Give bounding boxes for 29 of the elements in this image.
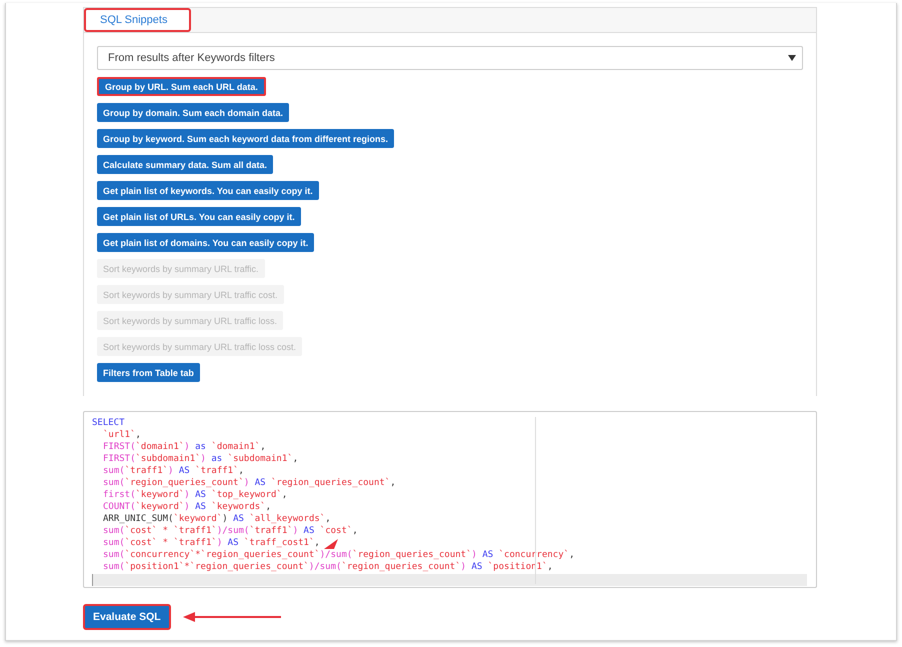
snippet-button[interactable]: Get plain list of URLs. You can easily copy it. (97, 207, 301, 226)
code-line: first(`keyword`) AS `top_keyword`, (102, 489, 288, 501)
code-line: sum(`position1`*`region_queries_count`)/sum(`region_queries_count`) AS `position1`, (102, 561, 553, 573)
snippet-button[interactable]: Group by domain. Sum each domain data. (97, 103, 290, 122)
caret-icon (788, 55, 796, 61)
snippet-button[interactable]: Filters from Table tab (97, 363, 200, 382)
source-dropdown[interactable]: From results after Keywords filters (97, 46, 803, 70)
code-line: sum(`traff1`) AS `traff1`, (102, 465, 244, 477)
code-line: COUNT(`keyword`) AS `keywords`, (102, 501, 272, 513)
code-line: FIRST(`subdomain1`) as `subdomain1`, (102, 453, 298, 465)
code-line: sum(`concurrency`*`region_queries_count`)/sum(`region_queries_count`) AS `concurrency`, (102, 549, 574, 561)
arrow-icon (324, 539, 338, 549)
code-line: ARR_UNIC_SUM(`keyword`) AS `all_keywords`, (102, 513, 331, 525)
code-line: sum(`cost` * `traff1`)/sum(`traff1`) AS `cost`, (102, 525, 358, 537)
arrow-icon (182, 612, 281, 622)
code-line: `url1`, (102, 429, 141, 441)
snippet-button[interactable]: Calculate summary data. Sum all data. (97, 155, 274, 174)
sql-editor[interactable] (83, 411, 817, 588)
scrollbar[interactable] (92, 574, 807, 586)
snippet-button[interactable]: Group by URL. Sum each URL data. (97, 77, 266, 96)
snippet-button[interactable]: Get plain list of keywords. You can easily copy it. (97, 181, 319, 200)
snippet-button[interactable]: Get plain list of domains. You can easily copy it. (97, 233, 314, 252)
snippet-button[interactable]: Group by keyword. Sum each keyword data from different regions. (97, 129, 394, 148)
code-line: sum(`cost` * `traff1`) AS `traff_cost1`, (102, 537, 320, 549)
code-line: sum(`region_queries_count`) AS `region_queries_count`, (102, 477, 396, 489)
code-line: FIRST(`domain1`) as `domain1`, (102, 441, 266, 453)
tab[interactable]: SQL Snippets (84, 8, 191, 32)
evaluate-button[interactable]: Evaluate SQL (83, 604, 171, 630)
code-line: SELECT (92, 417, 125, 429)
